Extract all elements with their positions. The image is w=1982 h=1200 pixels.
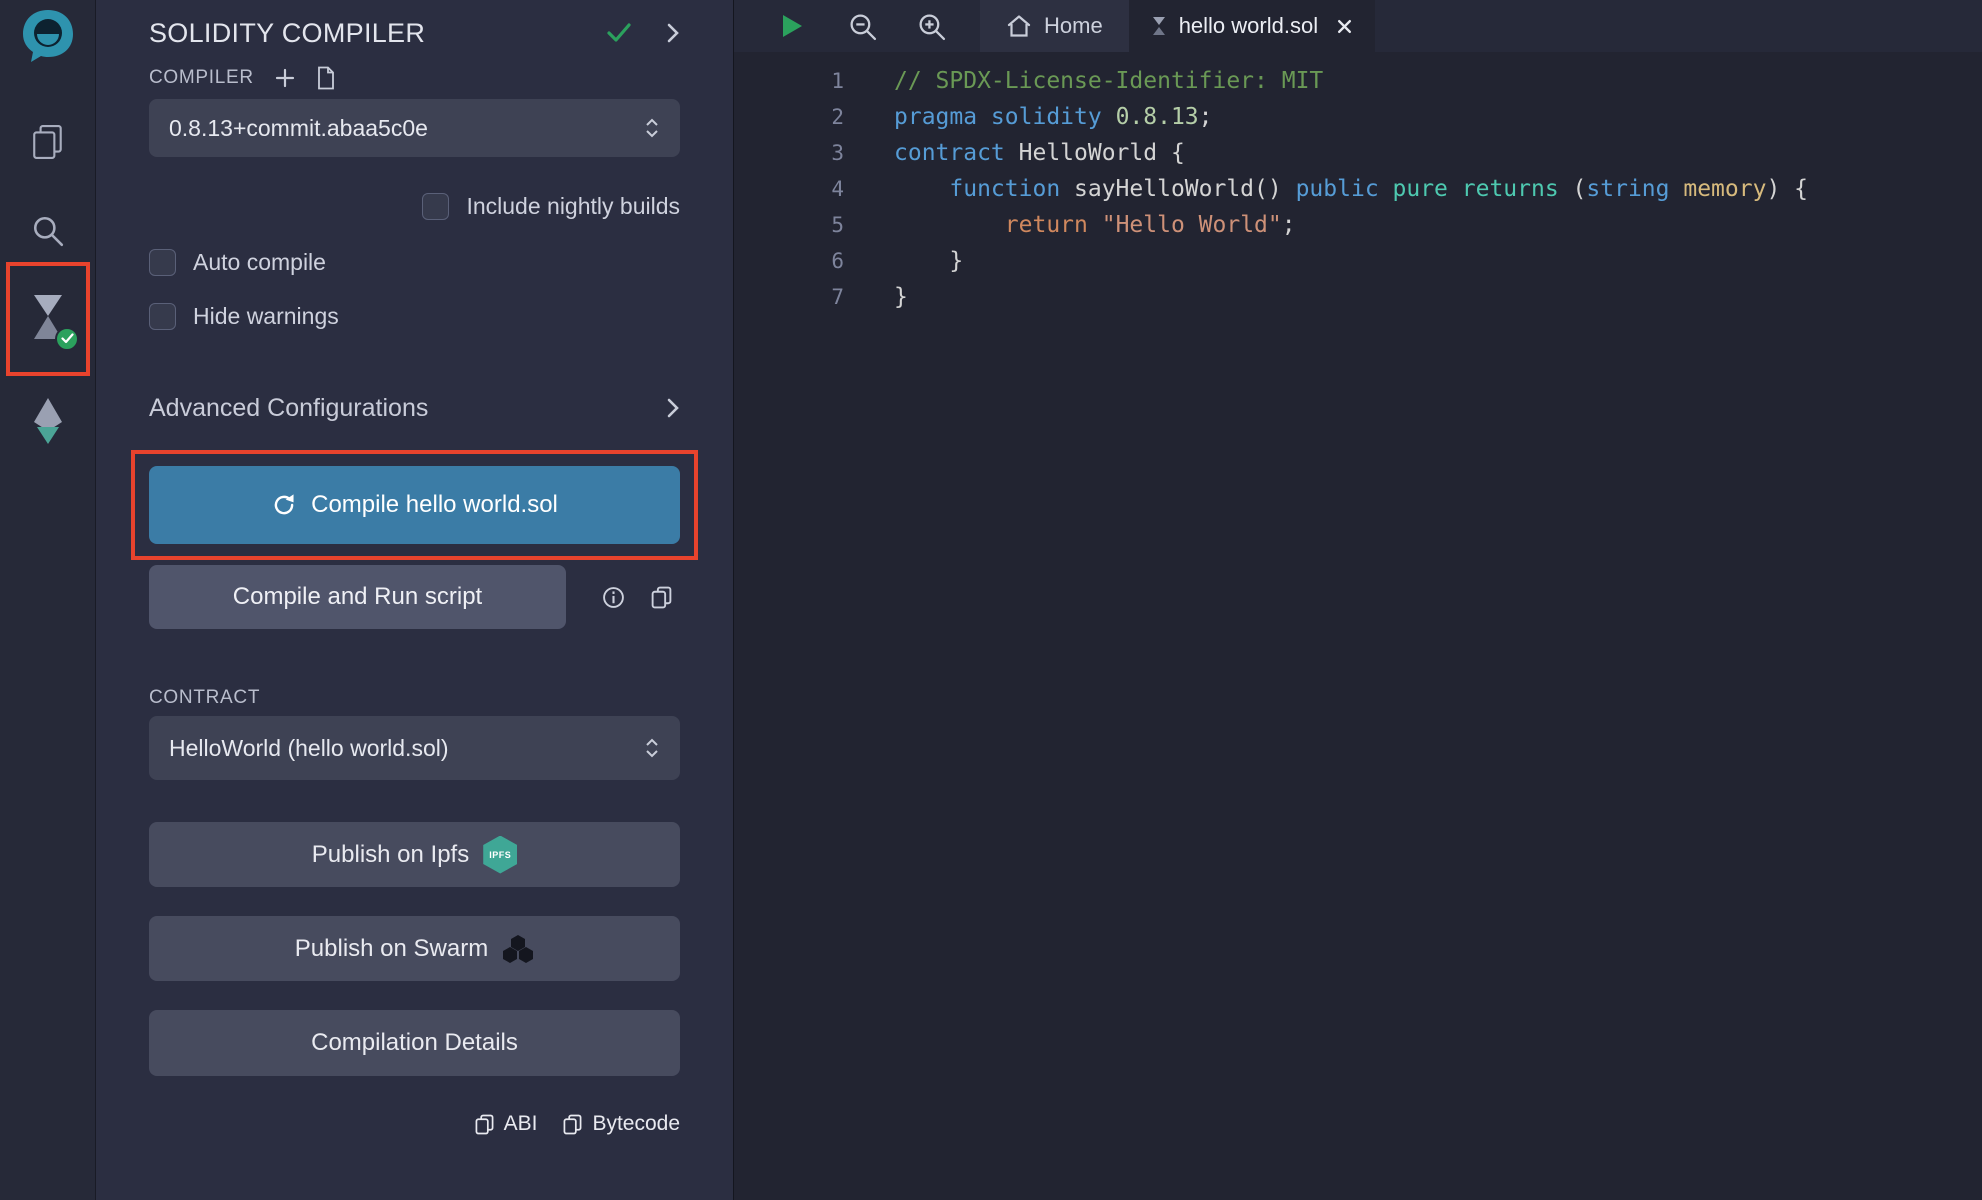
refresh-icon <box>271 492 297 518</box>
tab-hello-world-sol[interactable]: hello world.sol <box>1129 0 1375 52</box>
compile-run-label: Compile and Run script <box>233 583 482 611</box>
code-line[interactable]: 1// SPDX-License-Identifier: MIT <box>734 63 1982 99</box>
contract-selected-value: HelloWorld (hello world.sol) <box>169 735 642 762</box>
line-number: 1 <box>734 63 844 99</box>
add-compiler-icon[interactable] <box>274 67 296 89</box>
compile-run-row: Compile and Run script <box>149 565 680 629</box>
publish-ipfs-label: Publish on Ipfs <box>312 841 469 869</box>
solidity-compiler-icon[interactable] <box>26 292 70 347</box>
code-line-text: contract HelloWorld { <box>844 135 1185 171</box>
line-number: 7 <box>734 279 844 315</box>
hide-warnings-label: Hide warnings <box>193 303 339 330</box>
compile-success-badge <box>55 327 79 351</box>
code-line[interactable]: 6 } <box>734 243 1982 279</box>
abi-label: ABI <box>504 1112 538 1136</box>
panel-title: SOLIDITY COMPILER <box>149 18 606 49</box>
compilation-details-button[interactable]: Compilation Details <box>149 1010 680 1076</box>
code-line-text: return "Hello World"; <box>844 207 1296 243</box>
code-line-text: function sayHelloWorld() public pure ret… <box>844 171 1808 207</box>
select-updown-icon <box>642 735 662 761</box>
solidity-compiler-panel: SOLIDITY COMPILER COMPILER 0.8.13+commit… <box>96 0 734 1200</box>
compile-and-run-button[interactable]: Compile and Run script <box>149 565 566 629</box>
line-number: 4 <box>734 171 844 207</box>
contract-section-label: CONTRACT <box>149 687 680 711</box>
code-lines: 1// SPDX-License-Identifier: MIT2pragma … <box>734 63 1982 315</box>
copy-bytecode-button[interactable]: Bytecode <box>563 1112 680 1136</box>
compiler-section: COMPILER <box>149 66 680 90</box>
nightly-builds-label: Include nightly builds <box>466 193 680 220</box>
nightly-builds-checkbox[interactable] <box>422 193 449 220</box>
contract-select[interactable]: HelloWorld (hello world.sol) <box>149 716 680 780</box>
code-line[interactable]: 3contract HelloWorld { <box>734 135 1982 171</box>
code-line[interactable]: 7} <box>734 279 1982 315</box>
hide-warnings-checkbox[interactable] <box>149 303 176 330</box>
search-icon[interactable] <box>31 214 65 248</box>
activity-bar <box>0 0 96 1200</box>
compiler-version-select[interactable]: 0.8.13+commit.abaa5c0e <box>149 99 680 157</box>
panel-chevron-icon[interactable] <box>666 22 680 44</box>
deploy-run-icon[interactable] <box>31 396 65 446</box>
zoom-in-icon[interactable] <box>917 12 946 41</box>
editor-area: Home hello world.sol 1// SPDX-License-Id… <box>734 0 1982 1200</box>
code-line-text: pragma solidity 0.8.13; <box>844 99 1213 135</box>
close-tab-icon[interactable] <box>1336 18 1353 35</box>
nightly-builds-row: Include nightly builds <box>149 193 680 220</box>
copy-abi-button[interactable]: ABI <box>475 1112 538 1136</box>
compilation-details-label: Compilation Details <box>311 1029 518 1057</box>
code-line-text: } <box>844 243 963 279</box>
remix-logo[interactable] <box>19 8 77 64</box>
swarm-icon <box>502 934 534 964</box>
line-number: 5 <box>734 207 844 243</box>
code-line[interactable]: 4 function sayHelloWorld() public pure r… <box>734 171 1982 207</box>
solidity-file-icon <box>1151 16 1167 36</box>
copy-icon <box>563 1114 582 1135</box>
code-line-text: // SPDX-License-Identifier: MIT <box>844 63 1323 99</box>
copy-script-icon[interactable] <box>651 586 672 609</box>
compiler-section-label: COMPILER <box>149 67 254 89</box>
compile-button-label: Compile hello world.sol <box>311 491 558 519</box>
ipfs-icon: IPFS <box>483 836 517 874</box>
publish-ipfs-button[interactable]: Publish on Ipfs IPFS <box>149 822 680 887</box>
tab-file-label: hello world.sol <box>1179 13 1318 39</box>
tab-home-label: Home <box>1044 13 1103 39</box>
code-line-text: } <box>844 279 908 315</box>
editor-tabbar: Home hello world.sol <box>734 0 1982 52</box>
publish-swarm-button[interactable]: Publish on Swarm <box>149 916 680 981</box>
code-editor[interactable]: 1// SPDX-License-Identifier: MIT2pragma … <box>734 52 1982 315</box>
advanced-configurations-label: Advanced Configurations <box>149 394 666 423</box>
auto-compile-label: Auto compile <box>193 249 326 276</box>
file-explorer-icon[interactable] <box>31 124 65 160</box>
remix-ide: SOLIDITY COMPILER COMPILER 0.8.13+commit… <box>0 0 1982 1200</box>
advanced-configurations-toggle[interactable]: Advanced Configurations <box>149 392 680 424</box>
panel-header: SOLIDITY COMPILER <box>149 14 680 52</box>
annotation-highlight-compiler-icon <box>6 262 90 376</box>
bytecode-label: Bytecode <box>592 1112 680 1136</box>
line-number: 6 <box>734 243 844 279</box>
info-icon[interactable] <box>602 586 625 609</box>
code-line[interactable]: 5 return "Hello World"; <box>734 207 1982 243</box>
publish-swarm-label: Publish on Swarm <box>295 935 488 963</box>
advanced-chevron-icon <box>666 397 680 419</box>
tab-home[interactable]: Home <box>980 0 1129 52</box>
copy-icon <box>475 1114 494 1135</box>
zoom-out-icon[interactable] <box>848 12 877 41</box>
code-line[interactable]: 2pragma solidity 0.8.13; <box>734 99 1982 135</box>
compiled-check-icon <box>606 22 632 44</box>
home-icon <box>1006 14 1032 38</box>
compiler-config-file-icon[interactable] <box>316 66 336 90</box>
select-updown-icon <box>642 115 662 141</box>
annotation-highlight-compile-button: Compile hello world.sol <box>131 450 698 560</box>
compile-button[interactable]: Compile hello world.sol <box>149 466 680 544</box>
compiler-version-value: 0.8.13+commit.abaa5c0e <box>169 115 642 142</box>
remix-logo-icon <box>19 8 77 64</box>
auto-compile-checkbox[interactable] <box>149 249 176 276</box>
line-number: 3 <box>734 135 844 171</box>
artifacts-row: ABI Bytecode <box>149 1112 680 1136</box>
run-script-icon[interactable] <box>780 13 804 39</box>
line-number: 2 <box>734 99 844 135</box>
hide-warnings-row: Hide warnings <box>149 303 680 330</box>
auto-compile-row: Auto compile <box>149 249 680 276</box>
